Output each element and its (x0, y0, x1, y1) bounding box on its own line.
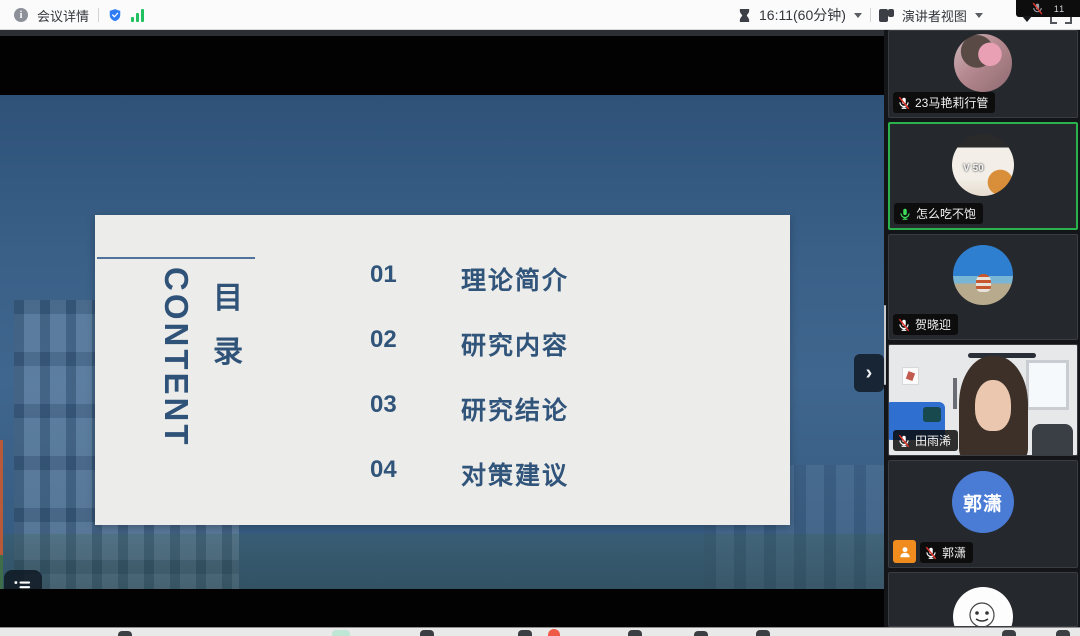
slide-list-toggle-button[interactable] (4, 570, 42, 589)
muted-mic-icon (897, 96, 911, 110)
background-ground (0, 534, 884, 589)
letterbox-bottom (0, 589, 884, 627)
participant-name: 田雨浠 (915, 432, 951, 449)
toc-decorative-rule (97, 257, 255, 259)
toc-item-label: 研究内容 (461, 326, 569, 362)
participant-name-tag: 23马艳莉行管 (893, 92, 995, 113)
participant-tile[interactable]: 贺晓迎 (888, 234, 1078, 340)
overlay-partial-text: 11 (1054, 4, 1065, 14)
presentation-slide: CONTENT 目 录 01 理论简介 02 研究内容 03 研究结论 04 对 (0, 95, 884, 589)
hourglass-timer-icon (738, 8, 751, 23)
participant-name-tag: 怎么吃不饱 (894, 203, 983, 224)
shared-screen-area: CONTENT 目 录 01 理论简介 02 研究内容 03 研究结论 04 对 (0, 30, 884, 627)
avatar-caption: V 50 (963, 163, 984, 174)
screen-sharing-badge (893, 540, 916, 563)
smiley-face-icon (953, 587, 1013, 627)
participant-tile[interactable]: V 50 怎么吃不饱 (888, 122, 1078, 230)
toc-item-number: 04 (370, 456, 397, 484)
person-icon (898, 545, 912, 559)
view-mode-button[interactable]: 演讲者视图 (902, 6, 967, 25)
participant-name-tag: 郭潇 (920, 542, 973, 563)
list-icon (13, 579, 33, 590)
toolbar-divider (98, 8, 99, 22)
meeting-details-button[interactable]: 会议详情 (37, 6, 89, 25)
toc-item-label: 对策建议 (461, 456, 569, 492)
taskbar-strip (0, 627, 1080, 636)
toc-item-label: 理论简介 (461, 261, 569, 297)
participant-tile[interactable]: 田雨浠 (888, 344, 1078, 456)
meeting-timer: 16:11(60分钟) (759, 5, 846, 25)
chevron-right-icon: › (866, 362, 873, 385)
toc-item: 02 研究内容 (95, 326, 790, 358)
avatar (953, 245, 1013, 305)
participant-name-tag: 田雨浠 (893, 430, 958, 451)
active-mic-icon (898, 207, 912, 221)
participants-sidebar: 23马艳莉行管 V 50 怎么吃不饱 (884, 30, 1080, 627)
muted-mic-icon (897, 434, 911, 448)
toc-item-number: 02 (370, 326, 397, 354)
view-mode-dropdown-caret[interactable] (975, 13, 983, 18)
corner-overlay-panel: 11 (1016, 0, 1080, 17)
toc-content-word: CONTENT (157, 267, 195, 477)
toc-item-number: 01 (370, 261, 397, 289)
avatar (953, 587, 1013, 627)
toc-item: 01 理论简介 (95, 261, 790, 293)
avatar: V 50 (952, 134, 1014, 196)
muted-mic-icon (924, 546, 938, 560)
security-shield-icon[interactable] (108, 8, 122, 22)
toc-item-label: 研究结论 (461, 391, 569, 427)
meeting-window: i 会议详情 16:11(60分钟) 演讲者视图 (0, 0, 1080, 636)
avatar: 郭潇 (952, 471, 1014, 533)
toolbar-divider (870, 8, 871, 22)
toc-item: 03 研究结论 (95, 391, 790, 423)
participant-name-tag: 贺晓迎 (893, 314, 958, 335)
muted-mic-icon (897, 318, 911, 332)
network-signal-icon[interactable] (131, 9, 144, 22)
participant-tile[interactable]: 郭潇 郭潇 (888, 460, 1078, 568)
participant-tile[interactable] (888, 572, 1078, 627)
avatar (954, 34, 1012, 92)
muted-mic-overlay-icon (1031, 2, 1044, 15)
toc-item: 04 对策建议 (95, 456, 790, 488)
sidebar-scrollbar[interactable] (884, 305, 886, 385)
toc-card: CONTENT 目 录 01 理论简介 02 研究内容 03 研究结论 04 对 (95, 215, 790, 525)
participant-name: 贺晓迎 (915, 316, 951, 333)
corner-overlay-caret (1022, 16, 1032, 22)
letterbox-top (0, 36, 884, 95)
screen-edge-artifact (0, 555, 3, 589)
participant-name: 23马艳莉行管 (915, 94, 988, 111)
screen-edge-artifact (0, 440, 3, 555)
participant-tile[interactable]: 23马艳莉行管 (888, 30, 1078, 118)
participant-name: 郭潇 (942, 544, 966, 561)
top-toolbar: i 会议详情 16:11(60分钟) 演讲者视图 (0, 0, 1080, 30)
next-slide-button[interactable]: › (854, 354, 884, 392)
info-icon: i (14, 8, 28, 22)
toc-item-number: 03 (370, 391, 397, 419)
participant-name: 怎么吃不饱 (916, 205, 976, 222)
timer-dropdown-caret[interactable] (854, 13, 862, 18)
avatar-initials: 郭潇 (963, 489, 1003, 516)
speaker-view-icon (879, 9, 894, 22)
